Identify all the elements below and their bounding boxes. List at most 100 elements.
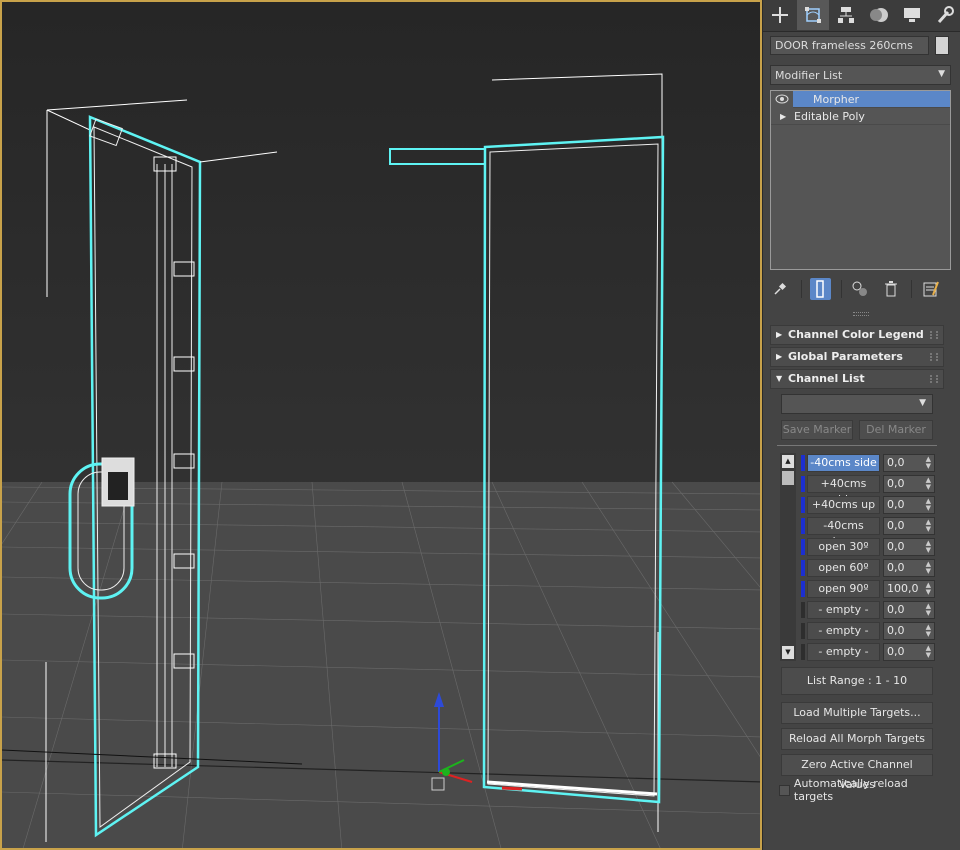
trash-icon: [884, 281, 897, 297]
pin-stack-button[interactable]: [770, 278, 791, 300]
spinner-arrows-icon[interactable]: ▲ ▼: [926, 645, 931, 659]
remove-modifier-button[interactable]: [880, 278, 901, 300]
grip-icon: [930, 331, 938, 339]
scroll-thumb[interactable]: [782, 471, 794, 485]
channel-name-button[interactable]: open 60º: [807, 559, 880, 577]
tab-create[interactable]: [764, 0, 796, 30]
auto-reload-checkbox[interactable]: [779, 784, 790, 796]
configure-icon: [923, 281, 939, 297]
spinner-arrows-icon[interactable]: ▲ ▼: [926, 582, 931, 596]
channel-name-button[interactable]: -40cms down: [807, 517, 880, 548]
channel-value-spinner[interactable]: 0,0 ▲ ▼: [883, 454, 935, 472]
scroll-down-icon[interactable]: ▼: [782, 646, 794, 659]
pin-icon: [774, 282, 787, 295]
channel-name-button[interactable]: open 90º: [807, 580, 880, 598]
grip-icon: [930, 375, 938, 383]
channel-row: -40cms down 0,0 ▲▼: [799, 517, 939, 548]
channel-value-spinner[interactable]: 100,0 ▲ ▼: [883, 580, 935, 598]
channel-name-button[interactable]: +40cms up: [807, 496, 880, 514]
tab-modify[interactable]: [797, 0, 829, 30]
rollout-global-parameters[interactable]: ▶ Global Parameters: [770, 347, 944, 367]
expand-triangle-icon: ▶: [776, 330, 783, 339]
spinner-arrows-icon[interactable]: ▲ ▼: [926, 540, 931, 554]
spinner-arrows-icon[interactable]: ▲ ▼: [926, 498, 931, 512]
panel-resize-grip[interactable]: [853, 312, 869, 316]
zero-active-channel-values-button[interactable]: Zero Active Channel Values: [781, 754, 933, 791]
channel-color-indicator: [801, 623, 805, 639]
auto-reload-label: Automatically reload targets: [793, 777, 908, 803]
load-multiple-targets-button[interactable]: Load Multiple Targets...: [781, 702, 933, 724]
spinner-arrows-icon[interactable]: ▲ ▼: [926, 477, 931, 491]
tab-utilities[interactable]: [929, 0, 960, 30]
channel-value-spinner[interactable]: 0,0 ▲ ▼: [883, 622, 935, 640]
collapse-triangle-icon: ▼: [776, 374, 783, 383]
modifier-list-dropdown[interactable]: Modifier List ▼: [770, 65, 951, 85]
channel-row: +40cms side 0,0 ▲▼: [799, 475, 939, 506]
channel-value: 0,0: [887, 477, 905, 490]
channel-name-button[interactable]: open 30º: [807, 538, 880, 556]
reload-all-morph-targets-button[interactable]: Reload All Morph Targets: [781, 728, 933, 750]
channel-name-button[interactable]: - empty -: [807, 643, 880, 661]
stack-item-label: Editable Poly: [794, 110, 865, 123]
make-unique-button[interactable]: [850, 278, 871, 300]
divider: [777, 445, 937, 446]
tab-hierarchy[interactable]: [830, 0, 862, 30]
channel-value: 0,0: [887, 624, 905, 637]
rollout-title: Channel Color Legend: [788, 328, 924, 341]
channel-color-indicator: [801, 539, 805, 555]
modify-icon: [805, 7, 821, 23]
stack-item-editable-poly[interactable]: ▶ Editable Poly: [771, 108, 950, 125]
spinner-arrows-icon[interactable]: ▲ ▼: [926, 603, 931, 617]
save-marker-button[interactable]: Save Marker: [781, 420, 853, 440]
toolbar-divider: [800, 280, 802, 298]
spinner-arrows-icon[interactable]: ▲ ▼: [926, 561, 931, 575]
auto-reload-checkbox-row[interactable]: Automatically reload targets: [779, 777, 949, 803]
channel-color-indicator: [801, 455, 805, 471]
object-name-field[interactable]: DOOR frameless 260cms: [770, 36, 929, 55]
channel-color-indicator: [801, 476, 805, 492]
make-unique-icon: [852, 281, 867, 296]
spinner-arrows-icon[interactable]: ▲ ▼: [926, 519, 931, 533]
channel-value-spinner[interactable]: 0,0 ▲ ▼: [883, 559, 935, 577]
rollout-channel-list[interactable]: ▼ Channel List: [770, 369, 944, 389]
expand-triangle-icon[interactable]: ▶: [780, 108, 786, 125]
channel-scrollbar[interactable]: ▲ ▼: [780, 453, 796, 661]
channel-value-spinner[interactable]: 0,0 ▲ ▼: [883, 643, 935, 661]
channel-value-spinner[interactable]: 0,0 ▲ ▼: [883, 496, 935, 514]
stack-item-morpher[interactable]: Morpher: [775, 91, 950, 108]
channel-name-button[interactable]: - empty -: [807, 601, 880, 619]
tab-display[interactable]: [896, 0, 928, 30]
rollout-channel-color-legend[interactable]: ▶ Channel Color Legend: [770, 325, 944, 345]
show-end-result-button[interactable]: [809, 278, 831, 300]
modifier-stack[interactable]: Morpher ▶ Editable Poly: [770, 90, 951, 270]
spinner-arrows-icon[interactable]: ▲ ▼: [926, 624, 931, 638]
scroll-up-icon[interactable]: ▲: [782, 455, 794, 468]
del-marker-button[interactable]: Del Marker: [859, 420, 933, 440]
channel-value: 0,0: [887, 498, 905, 511]
channel-color-indicator: [801, 560, 805, 576]
channel-value-spinner[interactable]: 0,0 ▲ ▼: [883, 538, 935, 556]
channel-row: open 60º 0,0 ▲ ▼: [799, 559, 939, 577]
channel-name-button[interactable]: +40cms side: [807, 475, 880, 506]
rollout-title: Global Parameters: [788, 350, 903, 363]
marker-dropdown[interactable]: ▼: [781, 394, 933, 414]
channel-name-button[interactable]: -40cms side: [807, 454, 880, 472]
configure-modifier-sets-button[interactable]: [920, 278, 941, 300]
channel-value-spinner[interactable]: 0,0 ▲ ▼: [883, 517, 935, 535]
channel-value-spinner[interactable]: 0,0 ▲ ▼: [883, 601, 935, 619]
viewport-scene: [2, 2, 760, 848]
hierarchy-icon: [838, 7, 854, 23]
eye-icon[interactable]: [775, 93, 789, 105]
stack-item-label: Morpher: [813, 93, 859, 106]
object-color-swatch[interactable]: [935, 36, 949, 55]
channel-name-button[interactable]: - empty -: [807, 622, 880, 640]
rollout-title: Channel List: [788, 372, 865, 385]
channel-color-indicator: [801, 518, 805, 534]
spinner-arrows-icon[interactable]: ▲ ▼: [926, 456, 931, 470]
tab-motion[interactable]: [863, 0, 895, 30]
viewport-perspective[interactable]: [0, 0, 762, 850]
channel-row: - empty - 0,0 ▲ ▼: [799, 601, 939, 619]
command-panel: DOOR frameless 260cms Modifier List ▼ Mo…: [762, 0, 960, 850]
channel-value: 0,0: [887, 540, 905, 553]
channel-value-spinner[interactable]: 0,0 ▲ ▼: [883, 475, 935, 493]
